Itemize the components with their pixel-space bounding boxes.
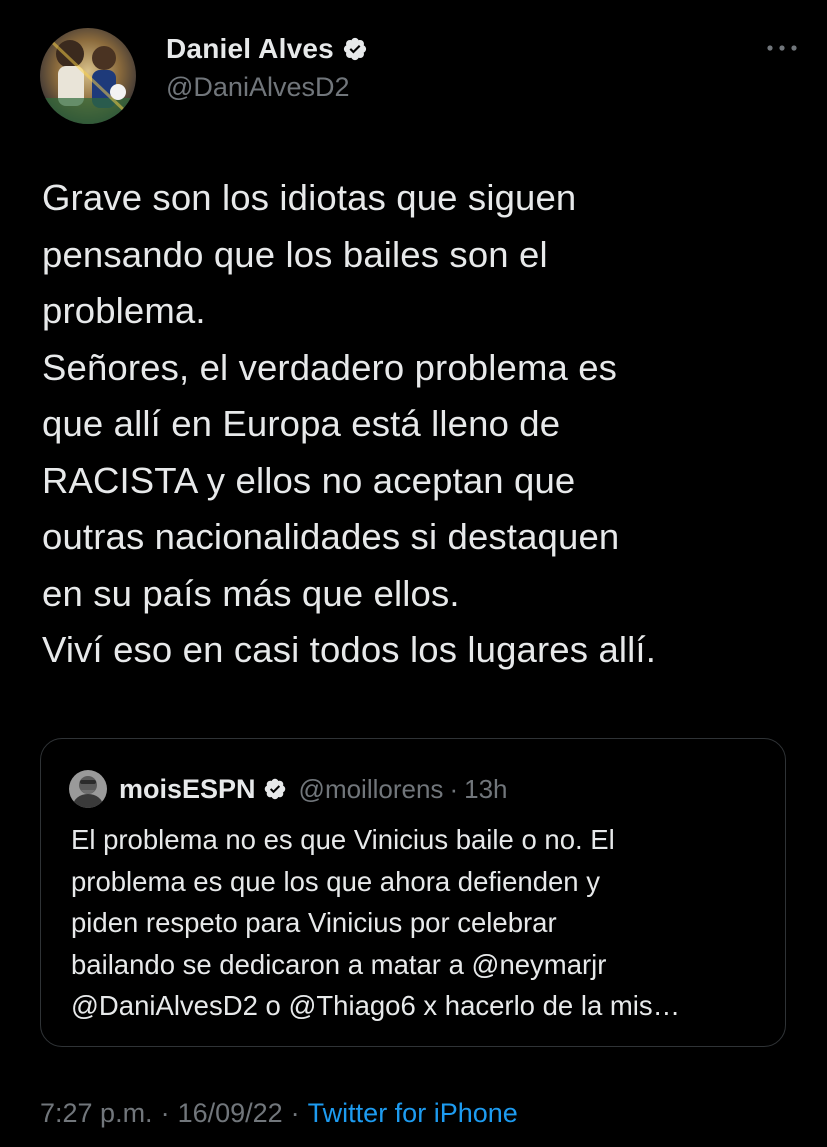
quoted-display-name: moisESPN — [119, 773, 256, 804]
meta-separator: · — [290, 1098, 300, 1128]
quoted-separator: · — [449, 773, 459, 804]
tweet-time[interactable]: 7:27 p.m. — [40, 1098, 153, 1129]
tweet-date[interactable]: 16/09/22 — [178, 1098, 283, 1129]
quoted-handle: @moillorens — [298, 773, 444, 804]
tweet-source-link[interactable]: Twitter for iPhone — [308, 1098, 518, 1129]
meta-separator: · — [160, 1098, 170, 1128]
quoted-tweet-text: El problema no es que Vinicius baile o n… — [71, 824, 681, 1021]
avatar[interactable] — [40, 28, 136, 124]
quoted-tweet[interactable]: moisESPN @moillorens · 13h El problema n… — [40, 738, 786, 1047]
author-info: Daniel Alves @DaniAlvesD2 — [166, 32, 368, 103]
quoted-avatar — [69, 770, 107, 808]
quoted-tweet-header: moisESPN @moillorens · 13h — [69, 769, 508, 809]
display-name[interactable]: Daniel Alves — [166, 33, 334, 65]
tweet-meta: 7:27 p.m. · 16/09/22 · Twitter for iPhon… — [40, 1098, 518, 1129]
more-horizontal-icon[interactable] — [764, 38, 800, 58]
quoted-verified-badge-icon — [264, 778, 285, 800]
tweet-text: Grave son los idiotas que siguen pensand… — [42, 177, 656, 670]
quoted-time: 13h — [464, 773, 508, 804]
tweet-header: Daniel Alves @DaniAlvesD2 — [40, 28, 800, 128]
handle[interactable]: @DaniAlvesD2 — [166, 72, 368, 103]
tweet: Daniel Alves @DaniAlvesD2 Grave son los … — [0, 0, 827, 1147]
verified-badge-icon — [343, 37, 366, 61]
display-name-row: Daniel Alves — [166, 32, 368, 66]
